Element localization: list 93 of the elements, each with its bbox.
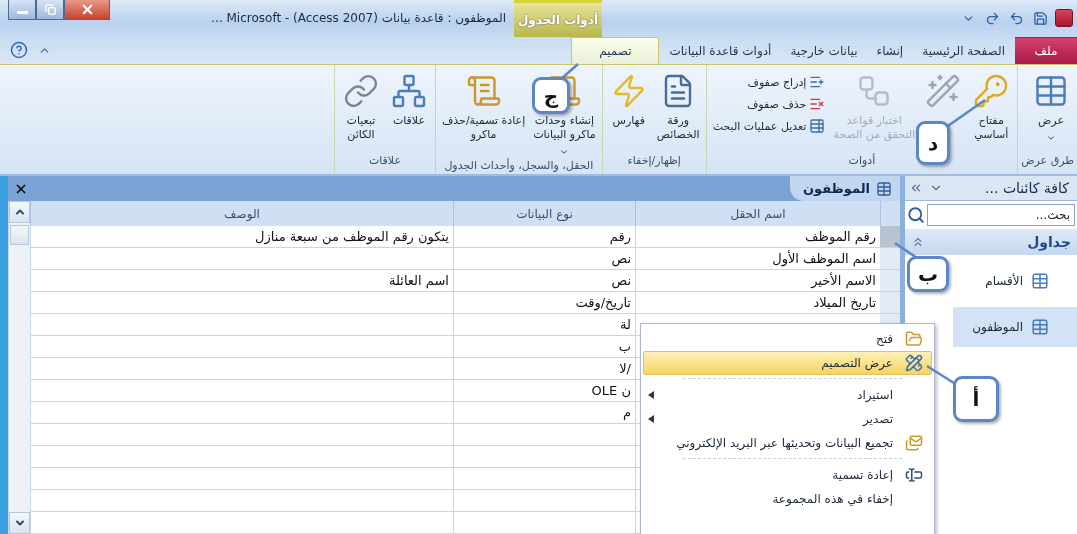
table-cell: يتكون رقم الموظف من سبعة منازل — [30, 226, 453, 248]
ribbon-item-icon — [925, 73, 962, 109]
group-label: طرق عرض — [1021, 154, 1074, 169]
menu-item[interactable]: تجميع البيانات وتحديثها عبر البريد الإلكتروني — [643, 431, 932, 455]
column-header: الوصف — [30, 201, 453, 226]
close-button[interactable] — [64, 0, 110, 20]
table-cell: ن OLE — [453, 380, 635, 402]
menu-item-icon — [905, 354, 923, 372]
menu-item-icon — [905, 434, 923, 452]
undo-icon[interactable] — [1008, 10, 1024, 26]
table-cell: لة — [453, 314, 635, 336]
menu-item-icon — [905, 330, 923, 348]
nav-group-header[interactable]: جداول — [905, 229, 1077, 255]
ribbon-tab[interactable]: أدوات قاعدة البيانات — [660, 36, 781, 64]
ribbon-button[interactable]: تبعيات الكائن — [337, 69, 384, 144]
ribbon-button[interactable]: مفتاح أساسي — [968, 69, 1015, 144]
table-icon — [876, 180, 892, 197]
menu-item[interactable]: إخفاء في هذه المجموعة — [643, 487, 932, 511]
search-field[interactable]: بحث... — [927, 204, 1075, 226]
group-label: إظهار/إخفاء — [626, 154, 682, 169]
menu-item[interactable]: إعادة تسمية — [643, 463, 932, 487]
callout-label: ج — [532, 77, 570, 114]
restore-icon — [44, 4, 56, 15]
table-cell: الاسم الأخير — [635, 270, 880, 292]
redo-icon[interactable] — [984, 10, 1000, 26]
callout-label: أ — [953, 376, 999, 422]
ribbon-item-icon — [342, 73, 379, 109]
table-cell: م — [453, 402, 635, 424]
help-icon[interactable] — [10, 41, 28, 60]
ribbon-item-icon — [465, 73, 502, 109]
scroll-thumb[interactable] — [10, 225, 29, 245]
table-cell: نص — [453, 270, 635, 292]
nav-item[interactable]: الأقسام — [953, 261, 1077, 301]
callout-label: ب — [907, 256, 949, 292]
ribbon-item-icon — [390, 73, 427, 109]
ribbon-tab[interactable]: إنشاء — [867, 36, 913, 64]
minimize-icon — [16, 10, 28, 14]
restore-button[interactable] — [36, 0, 64, 20]
table-cell: /لا — [453, 358, 635, 380]
file-tab[interactable]: ملف — [1015, 36, 1077, 64]
table-cell: تاريخ الميلاد — [635, 292, 880, 314]
ribbon-tab[interactable]: تصميم — [571, 36, 660, 64]
table-cell: ب — [453, 336, 635, 358]
table-cell: رقم — [453, 226, 635, 248]
table-icon — [1031, 272, 1049, 290]
app-icon[interactable] — [1055, 9, 1073, 28]
group-label: الحقل، والسجل، وأحداث الجدول — [443, 158, 595, 174]
row-selector[interactable] — [880, 226, 900, 248]
nav-item[interactable]: الموظفون — [953, 307, 1077, 347]
menu-item[interactable]: استيراد — [643, 383, 932, 407]
window-title: الموظفون : قاعدة بيانات (Access 2007) - Microsoft ... — [210, 10, 507, 28]
ribbon-item-icon — [973, 73, 1010, 109]
document-tab[interactable]: الموظفون — [790, 176, 900, 201]
menu-item[interactable]: تصدير — [643, 407, 932, 431]
group-label: أدوات — [847, 154, 877, 169]
table-icon — [1031, 318, 1049, 336]
ribbon-item-icon — [1033, 73, 1069, 109]
column-header: نوع البيانات — [453, 201, 635, 226]
save-icon[interactable] — [1032, 10, 1048, 26]
submenu-arrow-icon — [648, 415, 654, 423]
ribbon-small-button[interactable]: تعديل عمليات البحث — [709, 117, 829, 135]
menu-item[interactable]: فتح — [643, 327, 932, 351]
menu-item-icon — [905, 466, 923, 484]
row-selector-header — [880, 201, 900, 226]
ribbon-item-icon — [809, 118, 826, 134]
nav-pane-title[interactable]: كافة كائنات ... — [949, 180, 1073, 196]
group-label: علاقات — [367, 154, 402, 169]
ribbon-item-icon — [809, 96, 826, 112]
submenu-arrow-icon — [648, 391, 654, 399]
callout-label: د — [916, 121, 950, 165]
contextual-group-header: أدوات الجدول — [514, 0, 602, 37]
ribbon-item-icon — [809, 74, 826, 90]
table-cell: تاريخ/وقت — [453, 292, 635, 314]
ribbon-button[interactable]: ورقة الخصائص — [653, 69, 703, 144]
table-cell: اسم العائلة — [30, 270, 453, 292]
ribbon-tab[interactable]: بيانات خارجية — [781, 36, 867, 64]
table-cell: اسم الموظف الأول — [635, 248, 880, 270]
ribbon-tab[interactable]: الصفحة الرئيسية — [913, 36, 1014, 64]
search-icon[interactable] — [907, 206, 925, 224]
table-cell: نص — [453, 248, 635, 270]
column-header: اسم الحقل — [635, 201, 880, 226]
menu-item[interactable]: عرض التصميم — [643, 351, 932, 375]
minimize-button[interactable] — [8, 0, 36, 20]
ribbon-button[interactable]: إعادة تسمية/حذف ماكرو — [438, 69, 529, 144]
collapse-pane-icon[interactable] — [909, 181, 923, 195]
ribbon-button[interactable]: فهارس — [605, 69, 652, 130]
ribbon-small-button[interactable]: إدراج صفوف — [709, 73, 829, 91]
table-cell: رقم الموظف — [635, 226, 880, 248]
collapse-icon[interactable] — [911, 235, 925, 249]
ribbon-button[interactable]: علاقات — [385, 69, 432, 130]
ribbon-small-button[interactable]: حذف صفوف — [709, 95, 829, 113]
ribbon-button[interactable]: عرض — [1028, 69, 1074, 145]
scrollbar[interactable] — [8, 201, 30, 534]
